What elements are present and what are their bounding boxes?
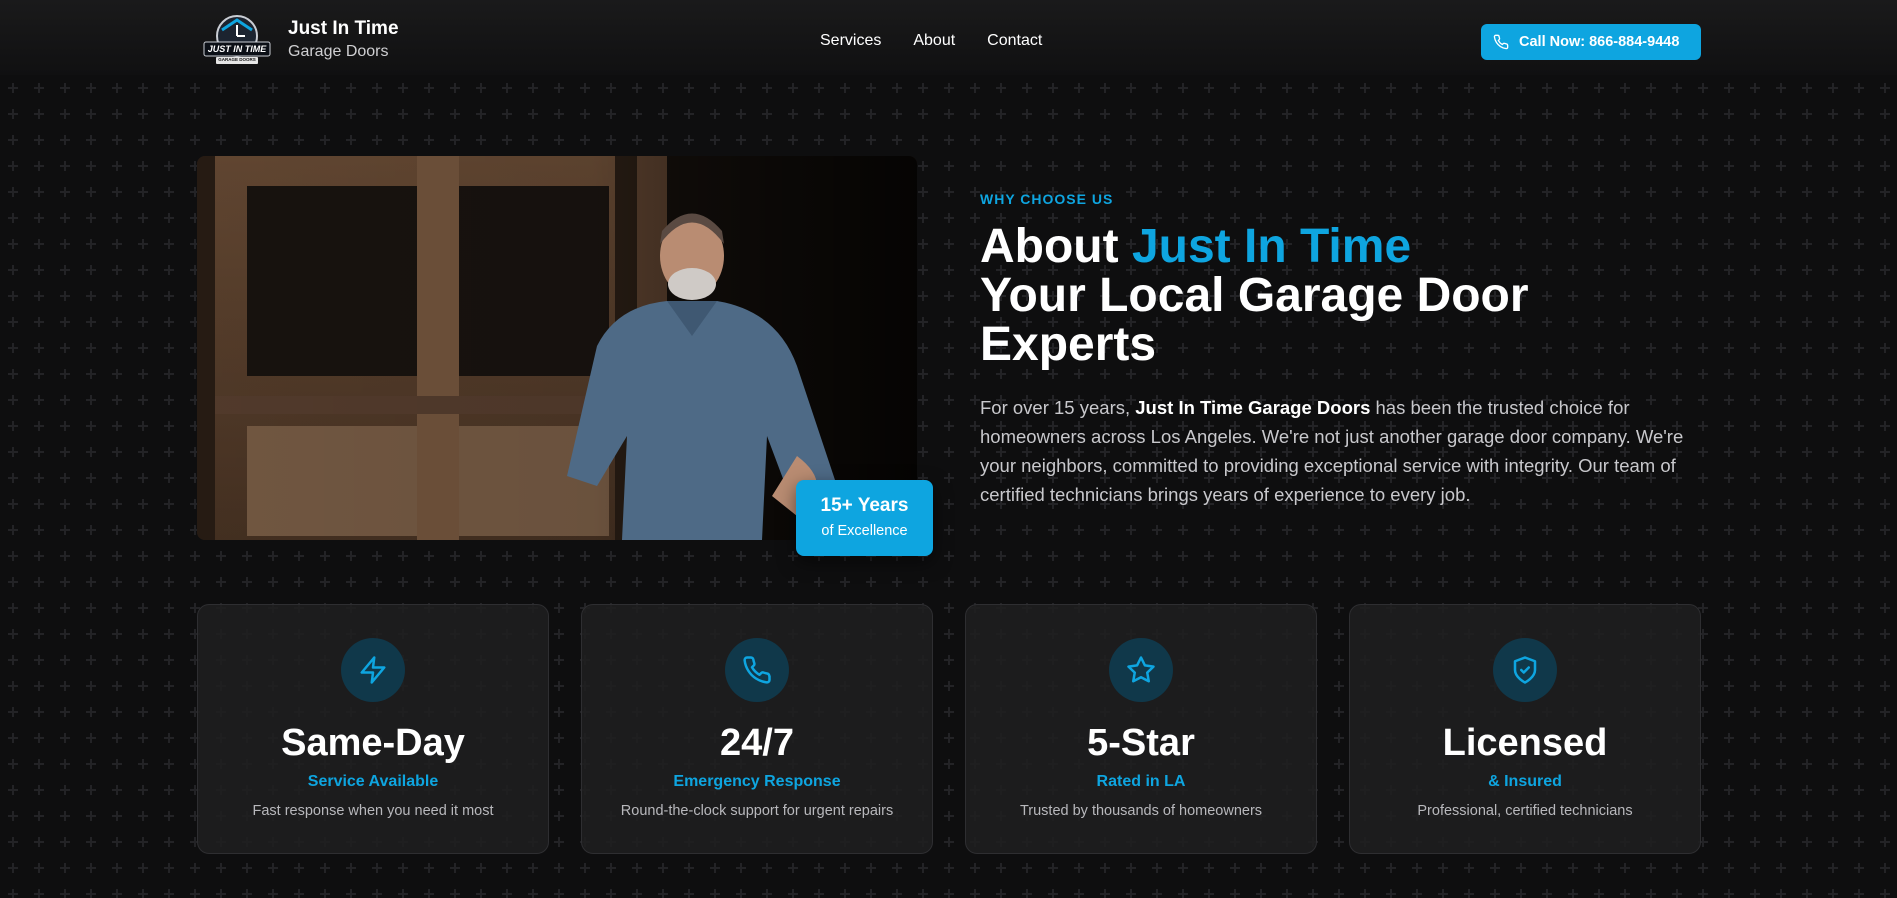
about-paragraph: For over 15 years, Just In Time Garage D… (980, 393, 1710, 509)
site-header: JUST IN TIME GARAGE DOORS Just In Time G… (0, 0, 1897, 75)
feature-card-24-7: 24/7 Emergency Response Round-the-clock … (581, 604, 933, 854)
call-now-button[interactable]: Call Now: 866-884-9448 (1481, 24, 1701, 60)
lightning-icon (360, 656, 386, 684)
feature-title: Licensed (1442, 722, 1608, 764)
nav-contact[interactable]: Contact (987, 32, 1042, 50)
logo-badge-text: JUST IN TIME (207, 44, 267, 54)
feature-card-same-day: Same-Day Service Available Fast response… (197, 604, 549, 854)
feature-subtitle: & Insured (1488, 773, 1562, 790)
years-badge-value: 15+ Years (820, 495, 909, 516)
feature-card-licensed: Licensed & Insured Professional, certifi… (1349, 604, 1701, 854)
feature-title: Same-Day (281, 722, 465, 764)
feature-subtitle: Service Available (307, 773, 439, 790)
feature-description: Trusted by thousands of homeowners (1019, 803, 1263, 819)
feature-subtitle: Emergency Response (673, 773, 841, 790)
logo-subtitle: Garage Doors (288, 43, 389, 60)
feature-description: Fast response when you need it most (252, 803, 494, 819)
main-nav: Services About Contact (820, 32, 1042, 50)
phone-icon (1493, 34, 1509, 50)
headline-line-2: Your Local Garage Door (980, 269, 1529, 322)
feature-title: 24/7 (720, 722, 794, 764)
star-icon (1127, 656, 1155, 683)
feature-subtitle: Rated in LA (1096, 773, 1186, 790)
feature-description: Round-the-clock support for urgent repai… (620, 803, 894, 819)
logo-badge-small: GARAGE DOORS (218, 57, 256, 62)
feature-title: 5-Star (1087, 722, 1195, 764)
feature-description: Professional, certified technicians (1417, 803, 1633, 819)
years-badge: 15+ Years of Excellence (796, 480, 933, 556)
section-eyebrow: WHY CHOOSE US (980, 191, 1114, 207)
feature-card-5-star: 5-Star Rated in LA Trusted by thousands … (965, 604, 1317, 854)
nav-about[interactable]: About (913, 32, 955, 50)
phone-icon (743, 656, 771, 684)
para-part-1: For over 15 years, (980, 397, 1136, 418)
call-now-label: Call Now: 866-884-9448 (1519, 34, 1680, 50)
headline-prefix: About (980, 220, 1132, 273)
headline-accent: Just In Time (1131, 220, 1412, 273)
nav-services[interactable]: Services (820, 32, 881, 50)
para-company-name: Just In Time Garage Doors (1135, 397, 1371, 418)
page-title: About Just In Time Your Local Garage Doo… (980, 222, 1700, 369)
years-badge-label: of Excellence (821, 523, 908, 539)
logo[interactable]: JUST IN TIME GARAGE DOORS Just In Time G… (200, 12, 399, 68)
logo-badge-icon: JUST IN TIME GARAGE DOORS (200, 12, 274, 68)
logo-title: Just In Time (288, 18, 399, 39)
shield-check-icon (1513, 656, 1537, 684)
headline-line-3: Experts (980, 318, 1157, 371)
